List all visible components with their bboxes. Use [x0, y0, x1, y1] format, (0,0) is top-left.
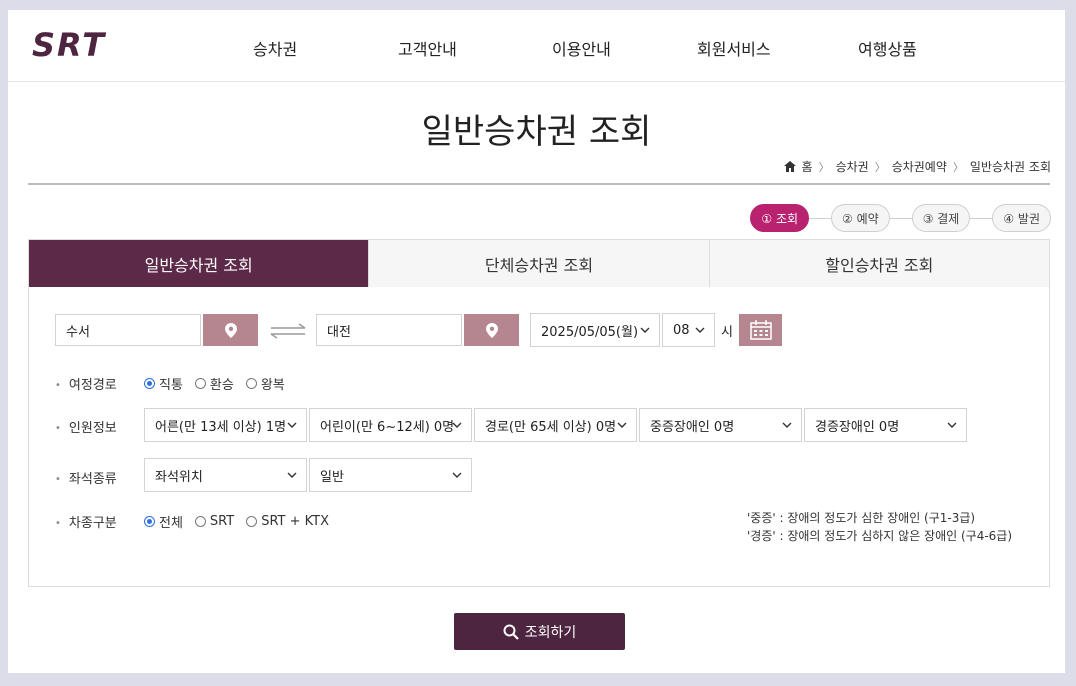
senior-count-select[interactable]: 경로(만 65세 이상) 0명 — [474, 408, 637, 442]
seat-type-label: 좌석종류 — [55, 468, 117, 487]
breadcrumb-reservation[interactable]: 승차권예약 — [892, 158, 947, 175]
radio-unchecked-icon — [194, 516, 206, 527]
map-pin-icon — [224, 322, 237, 338]
search-panel: 수서 대전 2025/05/05(월) 08 시 • 여정경로 직통 환승 왕복… — [28, 287, 1050, 587]
breadcrumb-home[interactable]: 홈 — [802, 158, 813, 175]
note-severe: '중증' : 장애의 정도가 심한 장애인 (구1-3급) — [747, 511, 976, 525]
severe-disability-count-select[interactable]: 중증장애인 0명 — [639, 408, 802, 442]
step-search: ① 조회 — [750, 204, 810, 232]
step-connector — [889, 217, 912, 219]
step-connector — [970, 217, 993, 219]
chevron-down-icon — [640, 327, 650, 333]
date-select[interactable]: 2025/05/05(월) — [530, 313, 660, 347]
nav-item-member[interactable]: 회원서비스 — [697, 36, 771, 60]
srt-logo[interactable]: SRT — [30, 24, 130, 64]
train-type-options: 전체 SRT SRT + KTX — [144, 512, 341, 531]
disability-note: '중증' : 장애의 정도가 심한 장애인 (구1-3급) '경증' : 장애의… — [747, 509, 1012, 545]
adult-count-select[interactable]: 어른(만 13세 이상) 1명 — [144, 408, 307, 442]
departure-input[interactable]: 수서 — [55, 314, 201, 346]
radio-checked-icon — [144, 378, 155, 389]
arrival-pin-button[interactable] — [464, 314, 519, 346]
swap-icon[interactable] — [269, 323, 307, 339]
mild-disability-count-select[interactable]: 경증장애인 0명 — [804, 408, 967, 442]
child-count-select[interactable]: 어린이(만 6~12세) 0명 — [309, 408, 472, 442]
trip-route-options: 직통 환승 왕복 — [144, 374, 297, 393]
step-payment: ③ 결제 — [911, 204, 971, 232]
nav-item-travel[interactable]: 여행상품 — [858, 36, 917, 60]
chevron-down-icon — [287, 472, 297, 478]
nav-item-usage[interactable]: 이용안내 — [552, 36, 611, 60]
nav-item-tickets[interactable]: 승차권 — [253, 36, 297, 60]
train-type-srt-ktx[interactable]: SRT + KTX — [246, 514, 329, 529]
seat-class-select[interactable]: 일반 — [309, 458, 472, 492]
progress-steps: ① 조회 ② 예약 ③ 결제 ④ 발권 — [750, 204, 1051, 232]
trip-route-transfer[interactable]: 환승 — [194, 374, 234, 393]
map-pin-icon — [485, 322, 498, 338]
radio-unchecked-icon — [246, 516, 258, 527]
header: SRT 승차권 고객안내 이용안내 회원서비스 여행상품 — [8, 10, 1065, 82]
chevron-right-icon: 〉 — [952, 160, 964, 174]
logo-text: SRT — [32, 26, 106, 64]
search-button[interactable]: 조회하기 — [454, 613, 625, 650]
breadcrumb-tickets[interactable]: 승차권 — [836, 158, 869, 175]
radio-unchecked-icon — [194, 378, 206, 389]
chevron-down-icon — [452, 422, 462, 428]
seat-position-select[interactable]: 좌석위치 — [144, 458, 307, 492]
arrival-input[interactable]: 대전 — [316, 314, 462, 346]
date-value: 2025/05/05(월) — [541, 324, 639, 340]
chevron-down-icon — [695, 327, 705, 333]
radio-checked-icon — [144, 516, 155, 527]
train-type-all[interactable]: 전체 — [144, 512, 183, 531]
passenger-info-label: 인원정보 — [55, 417, 117, 436]
chevron-down-icon — [947, 422, 957, 428]
title-divider — [28, 183, 1050, 185]
ticket-type-tabs: 일반승차권 조회 단체승차권 조회 할인승차권 조회 — [28, 239, 1050, 287]
search-icon — [503, 624, 519, 640]
chevron-right-icon: 〉 — [818, 160, 830, 174]
hour-select[interactable]: 08 — [662, 313, 715, 347]
page-title: 일반승차권 조회 — [421, 112, 652, 152]
home-icon — [783, 161, 796, 172]
search-button-label: 조회하기 — [524, 624, 577, 641]
tab-group[interactable]: 단체승차권 조회 — [368, 240, 709, 287]
radio-unchecked-icon — [245, 378, 257, 389]
calendar-button[interactable] — [739, 314, 782, 346]
chevron-down-icon — [617, 422, 627, 428]
trip-route-label: 여정경로 — [55, 374, 117, 393]
trip-route-roundtrip[interactable]: 왕복 — [245, 374, 285, 393]
calendar-icon — [749, 320, 772, 340]
hour-unit-label: 시 — [721, 325, 733, 340]
train-type-srt[interactable]: SRT — [194, 514, 234, 529]
step-issue: ④ 발권 — [992, 204, 1051, 232]
nav-item-customer[interactable]: 고객안내 — [398, 36, 457, 60]
chevron-down-icon — [287, 422, 297, 428]
breadcrumb: 홈 〉 승차권 〉 승차권예약 〉 일반승차권 조회 — [783, 158, 1051, 175]
hour-value: 08 — [673, 322, 690, 338]
tab-general[interactable]: 일반승차권 조회 — [29, 240, 369, 287]
departure-pin-button[interactable] — [203, 314, 258, 346]
step-connector — [809, 217, 832, 219]
step-reserve: ② 예약 — [831, 204, 890, 232]
trip-route-direct[interactable]: 직통 — [144, 374, 183, 393]
breadcrumb-current: 일반승차권 조회 — [969, 160, 1051, 174]
chevron-down-icon — [782, 422, 792, 428]
page-frame: SRT 승차권 고객안내 이용안내 회원서비스 여행상품 일반승차권 조회 홈 … — [8, 10, 1065, 673]
tab-discount[interactable]: 할인승차권 조회 — [708, 240, 1049, 287]
chevron-right-icon: 〉 — [874, 160, 886, 174]
chevron-down-icon — [452, 472, 462, 478]
note-mild: '경증' : 장애의 정도가 심하지 않은 장애인 (구4-6급) — [747, 529, 1013, 543]
train-type-label: 차종구분 — [55, 512, 117, 531]
